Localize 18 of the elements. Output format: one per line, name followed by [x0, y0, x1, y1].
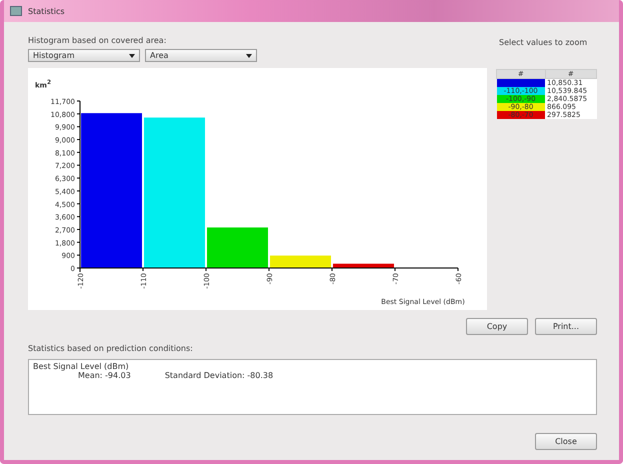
histogram-bar — [207, 227, 268, 268]
dropdown[interactable]: Histogram — [28, 49, 140, 62]
statistics-title: Best Signal Level (dBm) — [33, 362, 130, 371]
chart-button[interactable]: Print... — [535, 318, 597, 335]
caret-icon — [129, 54, 135, 58]
chart-button[interactable]: Copy — [466, 318, 528, 335]
zoom-heading: Select values to zoom — [499, 38, 588, 47]
section-heading: Histogram based on covered area: — [28, 36, 168, 45]
mean-value: Mean: -94.03 — [78, 371, 131, 380]
caret-icon — [246, 54, 252, 58]
section-heading: Statistics based on prediction conditions: — [28, 344, 194, 353]
deviation-value: Standard Deviation: -80.38 — [164, 371, 274, 380]
histogram-bar — [333, 264, 394, 268]
dropdown[interactable]: Area — [145, 49, 257, 62]
window-icon — [10, 6, 22, 16]
close-button[interactable]: Close — [535, 433, 597, 450]
window-title: Statistics — [28, 6, 65, 16]
histogram-bar — [270, 256, 331, 268]
